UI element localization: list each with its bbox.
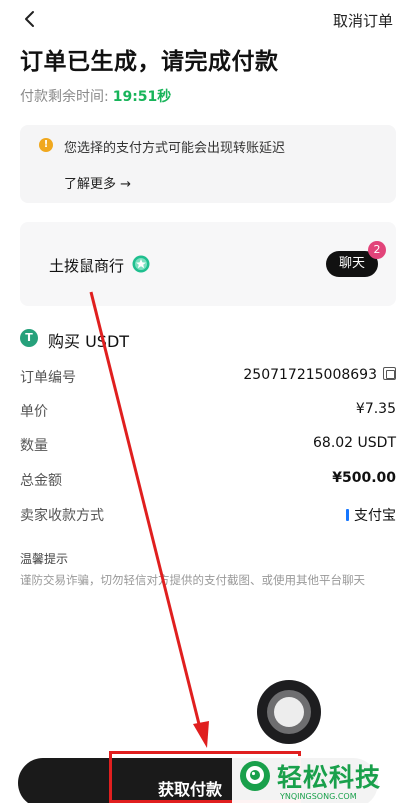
watermark-name: 轻松科技: [277, 763, 382, 792]
watermark: 轻松科技 YNQINGSONG.COM: [232, 756, 415, 803]
watermark-site: YNQINGSONG.COM: [280, 792, 357, 801]
annotation-arrow-icon: [89, 291, 209, 748]
watermark-logo-icon: [240, 761, 270, 791]
